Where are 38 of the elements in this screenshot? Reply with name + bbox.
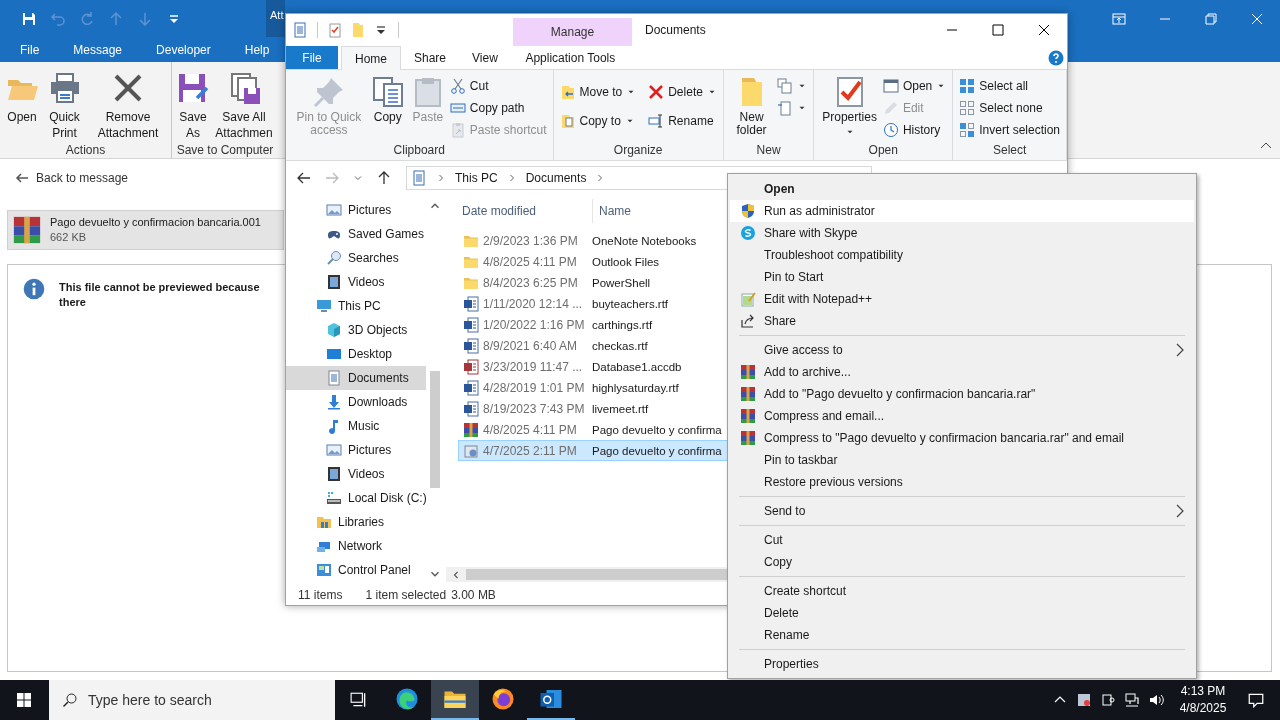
- date-cell: 3/23/2019 11:47 ...: [483, 359, 583, 374]
- name-cell: Outlook Files: [592, 255, 660, 268]
- file-size: 662 KB: [50, 230, 88, 245]
- group-label: Select: [992, 143, 1027, 157]
- group-label: Organize: [613, 143, 663, 157]
- date-cell: 2/9/2023 1:36 PM: [483, 233, 578, 248]
- date-cell: 4/28/2019 1:01 PM: [483, 380, 585, 395]
- status-text: 11 items: [298, 588, 343, 602]
- group-label: Open: [868, 143, 898, 157]
- date-cell: 4/8/2025 4:11 PM: [483, 254, 577, 269]
- date-cell: 1/11/2020 12:14 ...: [483, 296, 583, 311]
- group-label: New: [756, 143, 781, 157]
- date-cell: 4/7/2025 2:11 PM: [483, 443, 577, 458]
- date-cell: 4/8/2025 4:11 PM: [483, 422, 577, 437]
- name-cell: highlysaturday.rtf: [592, 381, 679, 394]
- date-cell: 8/4/2023 6:25 PM: [483, 275, 578, 290]
- preview-message: This file cannot be previewed because there: [59, 280, 261, 310]
- date-cell: 8/9/2021 6:40 AM: [483, 338, 578, 353]
- name-cell: Database1.accdb: [592, 360, 682, 373]
- clock-date: 4/8/2025: [1179, 700, 1227, 717]
- status-text: 3.00 MB: [451, 588, 496, 602]
- group-label: Clipboard: [393, 143, 445, 157]
- group-label: Actions: [65, 143, 106, 157]
- date-cell: 8/19/2023 7:43 PM: [483, 401, 585, 416]
- clock-time: 4:13 PM: [1180, 683, 1226, 700]
- status-text: 1 item selected: [365, 588, 447, 602]
- name-cell: carthings.rtf: [592, 318, 653, 331]
- name-cell: PowerShell: [592, 276, 651, 289]
- name-cell: Pago devuelto y confirma: [592, 423, 722, 436]
- date-cell: 1/20/2022 1:16 PM: [483, 317, 585, 332]
- name-cell: Pago devuelto y confirma: [592, 444, 722, 457]
- file-name: Pago devuelto y confirmacion bancaria.001: [50, 215, 261, 230]
- name-cell: livemeet.rtf: [592, 402, 649, 415]
- name-cell: OneNote Notebooks: [592, 234, 697, 247]
- window-title: Documents: [644, 22, 706, 39]
- name-cell: checkas.rtf: [592, 339, 648, 352]
- name-cell: buyteachers.rtf: [592, 297, 669, 310]
- group-label: Save to Computer: [176, 143, 274, 157]
